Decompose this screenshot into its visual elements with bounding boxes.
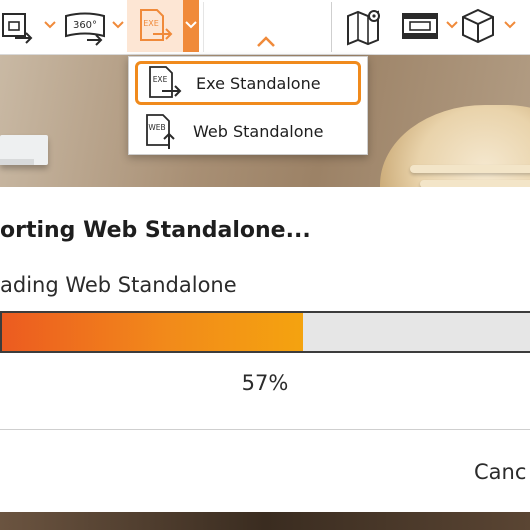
chevron-down-icon[interactable] xyxy=(502,14,518,34)
export-standalone-dropdown[interactable] xyxy=(183,0,199,52)
scene-chair-rail xyxy=(410,165,530,173)
progress-percent: 57% xyxy=(241,371,289,395)
menu-item-label: Exe Standalone xyxy=(196,73,321,93)
scene-shelf-edge xyxy=(0,159,34,165)
export-image-button[interactable] xyxy=(0,4,38,48)
dialog-title: orting Web Standalone... xyxy=(0,218,311,243)
export-360-button[interactable]: 360° xyxy=(62,4,108,48)
progress-bar-fill xyxy=(2,313,303,351)
exe-export-icon: EXE xyxy=(149,66,182,98)
toolbar-divider xyxy=(331,2,332,52)
menu-item-web-standalone[interactable]: WEB Web Standalone xyxy=(135,109,361,153)
cancel-button[interactable]: Canc xyxy=(474,460,526,484)
scene-floor xyxy=(0,510,530,530)
cube-icon xyxy=(462,8,494,44)
chevron-down-icon[interactable] xyxy=(42,14,58,34)
dialog-status-text: ading Web Standalone xyxy=(0,273,237,297)
image-export-icon xyxy=(2,13,33,44)
menu-item-exe-standalone[interactable]: EXE Exe Standalone xyxy=(135,61,361,105)
chevron-down-icon[interactable] xyxy=(110,14,126,34)
chevron-down-icon xyxy=(185,21,197,29)
panorama-360-label: 360° xyxy=(73,20,97,31)
object-button[interactable] xyxy=(456,4,500,48)
map-pin-icon xyxy=(347,10,380,46)
export-standalone-button[interactable]: EXE xyxy=(127,0,183,52)
dialog-divider xyxy=(0,429,530,430)
exe-icon-label: EXE xyxy=(153,75,168,84)
film-strip-icon xyxy=(402,13,438,39)
exe-icon-label: EXE xyxy=(143,19,159,28)
menu-item-label: Web Standalone xyxy=(193,121,324,141)
panorama-360-icon: 360° xyxy=(65,12,105,46)
progress-bar xyxy=(0,311,530,353)
toolbar-divider xyxy=(203,2,204,52)
web-export-icon: WEB xyxy=(146,114,175,149)
map-button[interactable] xyxy=(342,4,386,48)
exe-export-icon: EXE xyxy=(140,9,173,41)
toolbar: 360° EXE xyxy=(0,0,530,55)
render-button[interactable] xyxy=(398,4,442,48)
chevron-up-icon xyxy=(257,36,275,47)
export-dropdown-menu: EXE Exe Standalone WEB Web Standalone xyxy=(128,56,368,155)
web-icon-label: WEB xyxy=(148,123,165,132)
